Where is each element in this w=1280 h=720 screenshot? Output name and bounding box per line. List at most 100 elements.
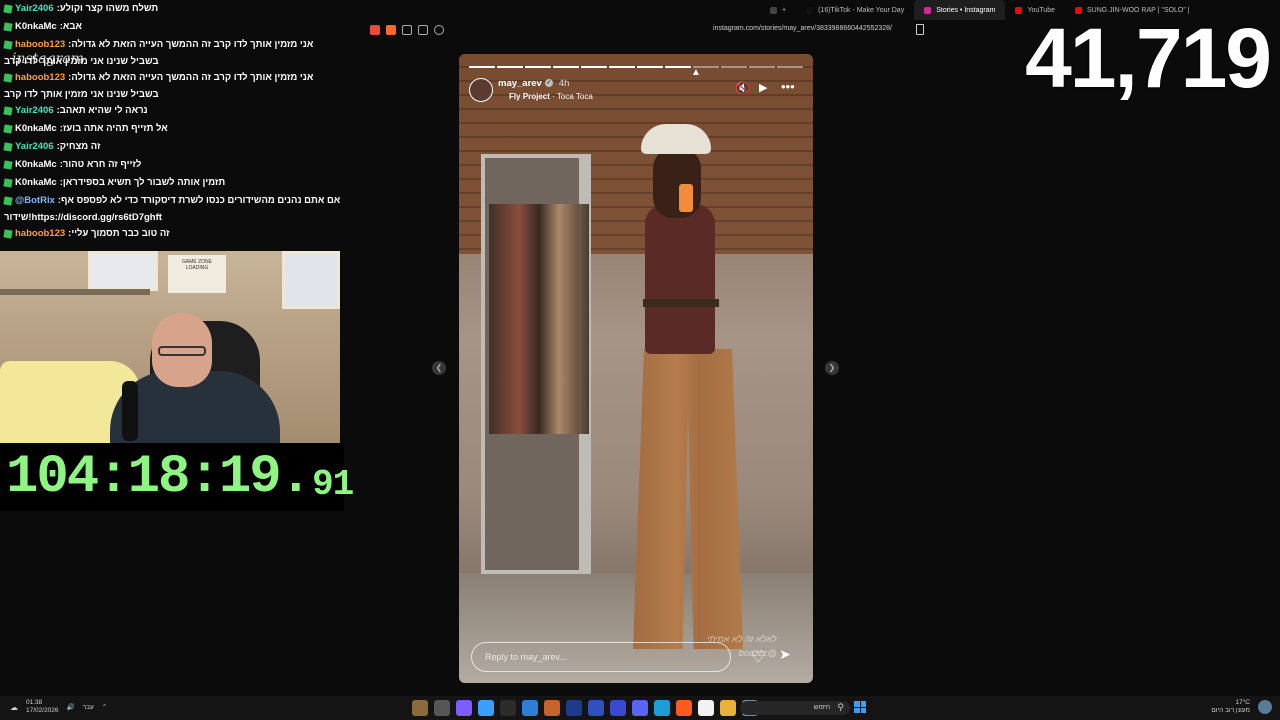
taskbar-app-icon[interactable] — [500, 700, 516, 716]
story-music[interactable]: Fly Project · Toca Toca — [509, 92, 593, 101]
taskbar-app-icon[interactable] — [698, 700, 714, 716]
play-icon[interactable]: ▶ — [759, 81, 767, 94]
search-icon: ⚲ — [837, 702, 844, 712]
weather-temp: 17°C — [1235, 699, 1250, 706]
url-field[interactable]: instagram.com/stories/may_arev/383398866… — [713, 25, 892, 32]
chat-text: תזמין אותה לשבור לך תשיא בספידראן — [62, 177, 226, 188]
more-options-icon[interactable]: ••• — [781, 79, 795, 94]
language-indicator[interactable]: עבר — [83, 704, 94, 711]
chat-username: Yair2406 — [15, 105, 54, 116]
progress-segment — [665, 66, 691, 68]
chat-text: זה מצחיק — [59, 141, 101, 152]
taskbar-app-icon[interactable] — [632, 700, 648, 716]
platform-badge-icon — [3, 142, 13, 152]
bookmark-icon[interactable] — [916, 24, 924, 35]
taskbar-app-icon[interactable] — [412, 700, 428, 716]
music-song: Toca Toca — [556, 92, 593, 101]
search-icon[interactable] — [434, 25, 444, 35]
instagram-story[interactable]: may_arev ✓ 4h Fly Project · Toca Toca 🔇 ▶ … — [459, 54, 813, 683]
chevron-right-icon[interactable]: ❯ — [825, 361, 839, 375]
webcam-feed: GAME ZONE LOADING — [0, 251, 340, 443]
mute-icon[interactable]: 🔇 — [735, 81, 750, 95]
chat-text: אל תזייף תהיה אתה בועז — [62, 123, 168, 134]
chevron-up-icon[interactable]: ⌃ — [102, 703, 107, 711]
progress-segment — [497, 66, 523, 68]
taskbar-app-icon[interactable] — [654, 700, 670, 716]
taskbar-app-icon[interactable] — [566, 700, 582, 716]
tab-favicon-icon — [924, 6, 932, 14]
windows-start-icon[interactable] — [854, 701, 866, 713]
platform-badge-icon — [3, 178, 13, 188]
chat-text: אם אתם נהנים מהשידורים כנסו לשרת דיסקורד… — [61, 195, 341, 206]
story-time: 4h — [558, 78, 570, 89]
avatar[interactable] — [1258, 700, 1272, 714]
taskbar-apps — [412, 700, 758, 716]
chat-text: תשלח משהו קצר וקולע — [59, 3, 159, 14]
chat-username: Yair2406 — [15, 3, 54, 14]
story-username[interactable]: may_arev — [498, 78, 542, 89]
platform-badge-icon — [3, 124, 13, 134]
verified-icon: ✓ — [544, 79, 553, 88]
browser-tab[interactable]: + — [760, 0, 796, 20]
chat-text: לזייף זה חרא טהור — [62, 159, 142, 170]
taskbar-app-icon[interactable] — [434, 700, 450, 716]
chat-text: נראה לי שהיא תאהב — [59, 105, 148, 116]
timer-ms: 91 — [312, 464, 354, 505]
chat-username: K0nkaMc — [15, 177, 57, 188]
taskbar-app-icon[interactable] — [676, 700, 692, 716]
chat-username: Yair2406 — [15, 141, 54, 152]
volume-icon[interactable]: 🔊 — [67, 703, 75, 711]
chat-message: K0nkaMc : אל תזייף תהיה אתה בועז — [0, 120, 345, 138]
clock[interactable]: 01:38 17/02/2026 — [26, 699, 59, 715]
weather-widget[interactable]: 17°C מעונן רוב היום — [1211, 699, 1250, 715]
brave-rewards-icon[interactable] — [370, 25, 380, 35]
browser-toolbar: instagram.com/stories/may_arev/383398866… — [370, 22, 930, 38]
chat-message: Yair2406 : תשלח משהו קצר וקולע — [0, 0, 345, 18]
taskbar: ☁ 01:38 17/02/2026 🔊 עבר ⌃ חיפוש ⚲ 17°C … — [0, 696, 1280, 720]
chat-message: @BotRix : אם אתם נהנים מהשידורים כנסו לש… — [0, 192, 345, 210]
send-icon[interactable]: ➤ — [779, 646, 791, 663]
chat-username: haboob123 — [15, 228, 66, 239]
avatar[interactable] — [469, 78, 493, 102]
like-heart-icon[interactable]: ♡ — [751, 647, 765, 667]
back-icon[interactable] — [402, 25, 412, 35]
chevron-left-icon[interactable]: ❮ — [432, 361, 446, 375]
timer-main: 104:18:19. — [6, 447, 312, 508]
wall-poster: GAME ZONE LOADING — [168, 255, 226, 293]
tab-favicon-icon — [806, 6, 814, 14]
taskbar-search[interactable]: חיפוש ⚲ — [740, 701, 850, 715]
story-subject — [619, 124, 769, 649]
taskbar-app-icon[interactable] — [610, 700, 626, 716]
browser-tab[interactable]: Stories • Instagram — [914, 0, 1006, 20]
chat-text: אני מזמין אותך לדו קרב זה ההמשך העייה הז… — [71, 72, 314, 83]
music-artist: Fly Project — [509, 92, 550, 101]
chat-message-wrap: בשביל שנינו אני מזמין אותך לדו קרב — [4, 89, 159, 100]
story-header: may_arev ✓ 4h Fly Project · Toca Toca 🔇 ▶ … — [469, 76, 803, 108]
microphone — [122, 381, 138, 441]
tab-label: Stories • Instagram — [936, 6, 996, 14]
browser-tab[interactable]: (16)TikTok - Make Your Day — [796, 0, 914, 20]
stream-chat: Yair2406 : תשלח משהו קצר וקולע K0nkaMc : … — [0, 0, 345, 250]
viewer-counter: 41,719 — [1025, 11, 1272, 105]
weather-icon[interactable]: ☁ — [10, 703, 18, 712]
taskbar-app-icon[interactable] — [588, 700, 604, 716]
tab-label: + — [782, 6, 787, 14]
progress-segment — [721, 66, 747, 68]
taskbar-app-icon[interactable] — [544, 700, 560, 716]
chat-username: K0nkaMc — [15, 159, 57, 170]
progress-segment — [581, 66, 607, 68]
chat-message: haboob123 : אני מזמין אותך לדו קרב זה הה… — [0, 69, 345, 87]
chat-message: K0nkaMc : תזמין אותה לשבור לך תשיא בספיד… — [0, 174, 345, 192]
taskbar-app-icon[interactable] — [456, 700, 472, 716]
reply-input[interactable]: Reply to may_arev... — [471, 642, 731, 672]
brave-shield-icon[interactable] — [386, 25, 396, 35]
shelf — [0, 289, 150, 295]
taskbar-app-icon[interactable] — [478, 700, 494, 716]
room-window — [88, 251, 158, 291]
taskbar-app-icon[interactable] — [522, 700, 538, 716]
screenshot-icon[interactable] — [418, 25, 428, 35]
poster-sub: LOADING — [185, 265, 209, 271]
tab-favicon-icon — [1015, 6, 1023, 14]
taskbar-app-icon[interactable] — [720, 700, 736, 716]
glasses — [158, 346, 206, 356]
